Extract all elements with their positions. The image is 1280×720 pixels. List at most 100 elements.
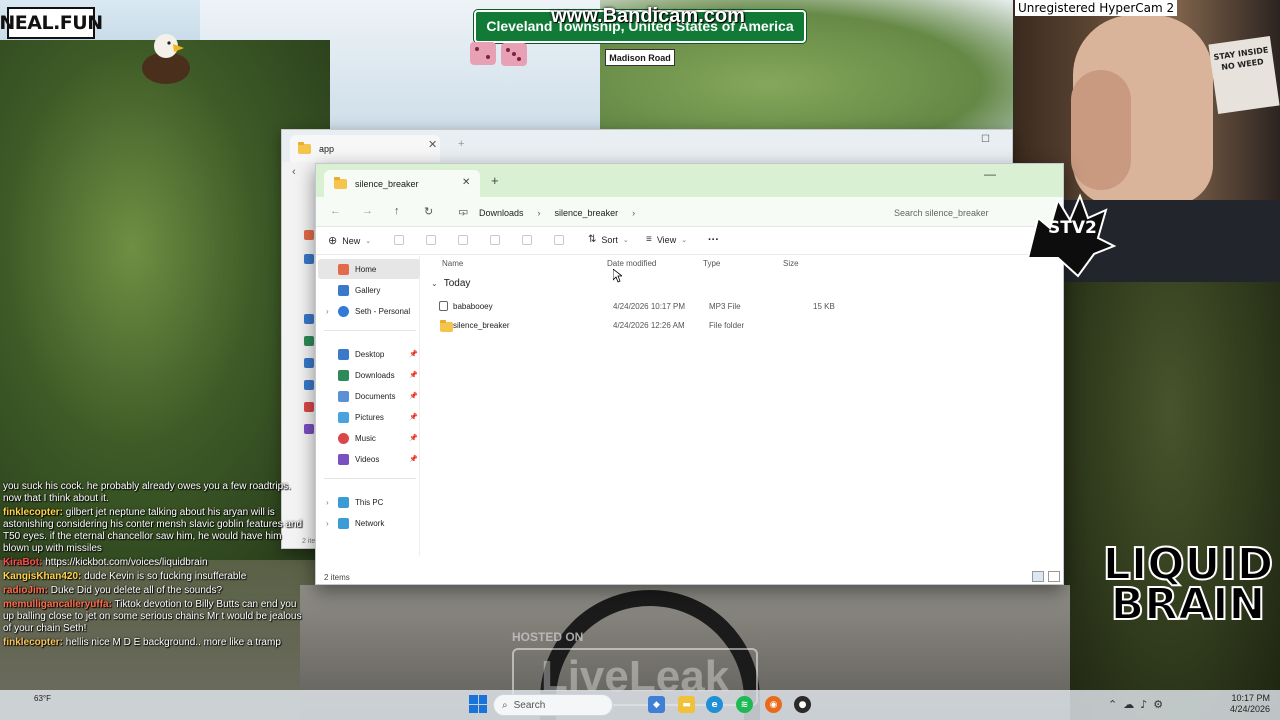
spotify-icon[interactable]: ≋ (736, 696, 753, 713)
close-tab-icon[interactable]: ✕ (462, 177, 470, 188)
sidebar-item-desktop[interactable]: Desktop 📌 (318, 344, 420, 364)
details-view-icon[interactable] (1032, 571, 1044, 582)
sidebar-item-gallery[interactable]: Gallery (318, 280, 420, 300)
chat-user: KangisKhan420: (3, 571, 82, 582)
view-toggle[interactable] (1032, 571, 1060, 582)
minimize-icon[interactable]: — (984, 167, 996, 181)
share-icon[interactable] (522, 235, 532, 245)
forward-arrow-icon[interactable]: → (362, 205, 373, 217)
chat-message: KiraBot: https://kickbot.com/voices/liqu… (0, 556, 312, 570)
start-button[interactable] (469, 695, 487, 713)
downloads-icon[interactable] (304, 336, 314, 346)
column-header-type[interactable]: Type (703, 259, 720, 268)
delete-icon[interactable] (554, 235, 564, 245)
folder-icon (334, 176, 347, 189)
taskbar-search[interactable]: ⌕ Search (493, 694, 613, 716)
sidebar-item-label: Network (355, 518, 385, 528)
hosted-on-label: HOSTED ON (512, 630, 584, 644)
desktop-icon[interactable] (304, 314, 314, 324)
copilot-icon[interactable]: ◆ (648, 696, 665, 713)
chat-text: Duke Did you delete all of the sounds? (50, 585, 223, 596)
gallery-icon[interactable] (304, 254, 314, 264)
pin-icon[interactable]: 📌 (409, 413, 418, 421)
chat-user: memulligancalleryuffa: (3, 599, 112, 610)
cloud-icon (338, 305, 349, 317)
view-button[interactable]: ≡ View ⌄ (646, 234, 687, 245)
bandicam-watermark: www.Bandicam.com (551, 5, 745, 27)
sidebar-item-documents[interactable]: Documents 📌 (318, 386, 420, 406)
explorer-window[interactable]: silence_breaker ✕ + — ← → ↑ ↻ ▭ › Downlo… (315, 163, 1064, 585)
documents-icon[interactable] (304, 358, 314, 368)
sidebar-item-home[interactable]: Home (318, 259, 420, 279)
search-input[interactable]: Search silence_breaker (886, 203, 1011, 223)
column-header-name[interactable]: Name (442, 259, 463, 268)
copy-icon[interactable] (426, 235, 436, 245)
pin-icon[interactable]: 📌 (409, 350, 418, 358)
sidebar-item-music[interactable]: Music 📌 (318, 428, 420, 448)
videos-icon (338, 453, 349, 465)
sidebar-item-downloads[interactable]: Downloads 📌 (318, 365, 420, 385)
chat-message: finklecopter: hellis nice M D E backgrou… (0, 636, 312, 650)
music-icon[interactable] (304, 402, 314, 412)
chevron-right-icon[interactable]: › (326, 307, 329, 316)
paste-icon[interactable] (458, 235, 468, 245)
chat-user: finklecopter: (3, 637, 64, 648)
more-options-button[interactable]: ··· (708, 234, 719, 246)
chevron-right-icon[interactable]: › (326, 498, 329, 507)
pin-icon[interactable]: 📌 (409, 371, 418, 379)
weather[interactable]: 63°F (34, 694, 51, 703)
system-tray[interactable]: ⌃☁♪⚙ (1108, 698, 1169, 711)
chevron-right-icon: › (537, 208, 541, 218)
up-arrow-icon[interactable]: ↑ (394, 205, 400, 217)
back-arrow-icon[interactable]: ‹ (292, 166, 296, 178)
close-icon[interactable]: ✕ (428, 138, 437, 151)
sort-button[interactable]: ⇅ Sort ⌄ (588, 234, 629, 245)
cut-icon[interactable] (394, 235, 404, 245)
file-date: 4/24/2026 12:26 AM (613, 321, 685, 330)
breadcrumb[interactable]: › Downloads › silence_breaker › (462, 203, 872, 223)
folder-icon (298, 141, 311, 154)
tab-silence-breaker[interactable]: silence_breaker (324, 170, 480, 197)
home-icon[interactable] (304, 230, 314, 240)
breadcrumb-downloads[interactable]: Downloads (479, 208, 524, 218)
view-button-label: View (656, 234, 677, 245)
sidebar-item-network[interactable]: › Network (318, 513, 420, 533)
refresh-icon[interactable]: ↻ (424, 205, 433, 218)
group-header[interactable]: ⌄ Today (431, 278, 470, 289)
gallery-icon (338, 284, 349, 296)
sidebar-item-videos[interactable]: Videos 📌 (318, 449, 420, 469)
pictures-icon[interactable] (304, 380, 314, 390)
table-row[interactable]: silence_breaker 4/24/2026 12:26 AM File … (431, 317, 1051, 335)
plus-circle-icon: ⊕ (328, 235, 338, 247)
rename-icon[interactable] (490, 235, 500, 245)
file-explorer-icon[interactable]: ▬ (678, 696, 695, 713)
stv2-label: STV2 (1048, 218, 1097, 238)
column-header-date[interactable]: Date modified (607, 259, 656, 268)
videos-icon[interactable] (304, 424, 314, 434)
pin-icon[interactable]: 📌 (409, 455, 418, 463)
chevron-right-icon[interactable]: › (326, 519, 329, 528)
sidebar-item-label: Desktop (355, 349, 385, 359)
clock[interactable]: 10:17 PM 4/24/2026 (1230, 693, 1270, 715)
new-tab-icon[interactable]: + (491, 173, 499, 188)
pin-icon[interactable]: 📌 (409, 434, 418, 442)
firefox-icon[interactable]: ◉ (765, 696, 782, 713)
back-tab[interactable]: app (290, 135, 440, 162)
table-row[interactable]: bababooey 4/24/2026 10:17 PM MP3 File 15… (431, 298, 1051, 316)
chevron-right-icon: › (462, 208, 465, 218)
edge-icon[interactable]: e (706, 696, 723, 713)
obs-icon[interactable]: ● (794, 696, 811, 713)
new-button[interactable]: ⊕ New ⌄ (328, 234, 371, 247)
sidebar-item-this-pc[interactable]: › This PC (318, 492, 420, 512)
column-header-size[interactable]: Size (783, 259, 799, 268)
back-arrow-icon[interactable]: ← (330, 205, 341, 217)
new-tab-icon[interactable]: + (458, 138, 464, 150)
sidebar-item-pictures[interactable]: Pictures 📌 (318, 407, 420, 427)
music-icon (338, 432, 349, 444)
maximize-icon[interactable]: ☐ (981, 134, 990, 145)
sort-icon: ⇅ (588, 234, 597, 245)
sidebar-item-personal[interactable]: › Seth - Personal (318, 301, 420, 321)
pin-icon[interactable]: 📌 (409, 392, 418, 400)
tiles-view-icon[interactable] (1048, 571, 1060, 582)
breadcrumb-silence-breaker[interactable]: silence_breaker (555, 208, 619, 218)
